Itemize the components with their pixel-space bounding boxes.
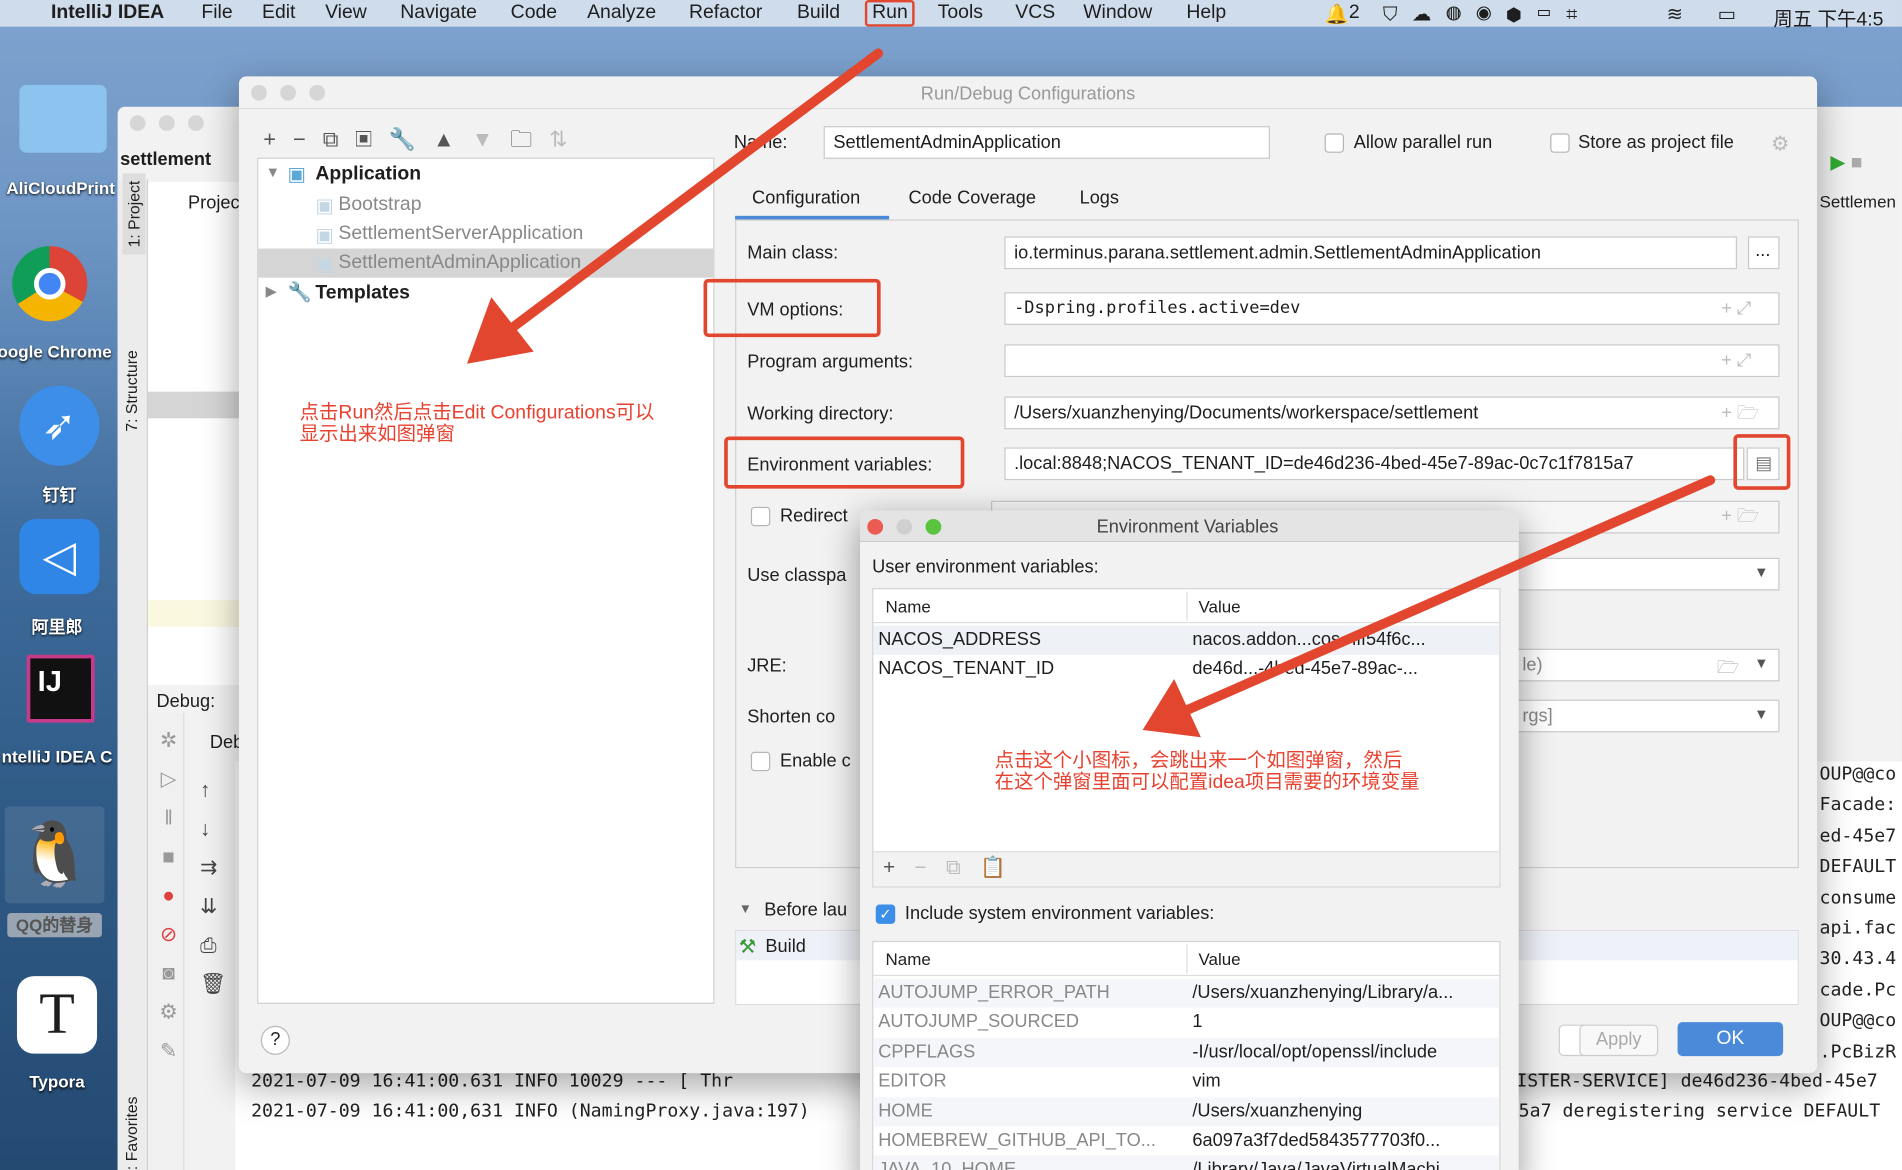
desktop: IntelliJ IDEA File Edit View Navigate Co…	[0, 0, 1902, 1170]
arrow-icon-to-env-dialog	[1142, 475, 1716, 738]
annotation-arrows	[467, 48, 1716, 738]
arrow-run-to-dialog	[467, 48, 884, 364]
